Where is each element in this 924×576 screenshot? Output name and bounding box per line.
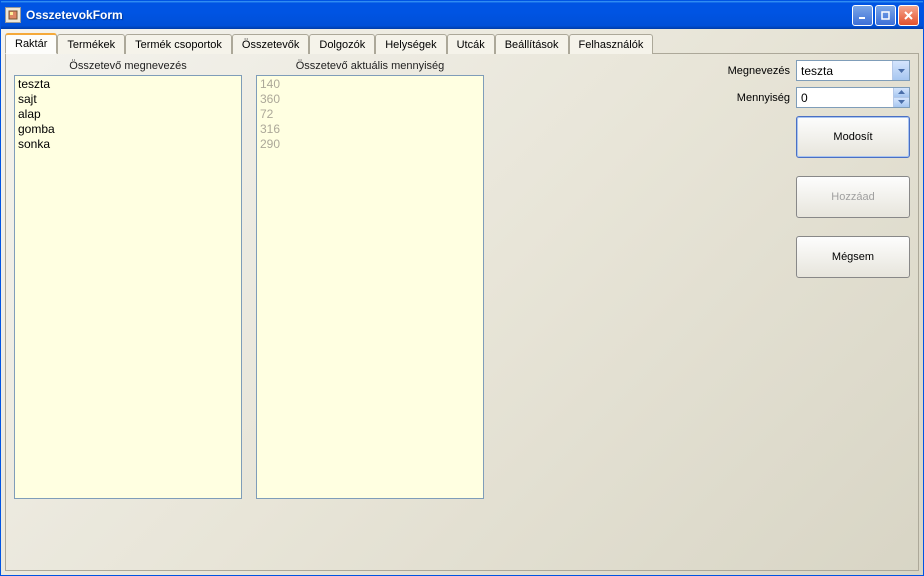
maximize-button[interactable] xyxy=(875,5,896,26)
window-controls xyxy=(852,5,919,26)
chevron-down-icon[interactable] xyxy=(892,61,909,80)
spin-up-icon[interactable] xyxy=(893,88,909,98)
qty-label: Mennyiség xyxy=(737,92,790,104)
list-item[interactable]: sajt xyxy=(17,92,239,107)
button-stack: Modosít Hozzáad Mégsem xyxy=(628,116,910,278)
edit-panel: Megnevezés teszta Mennyiség 0 xyxy=(498,60,910,562)
tab-felhaszn-l-k[interactable]: Felhasználók xyxy=(569,34,654,54)
window: OsszetevokForm RaktárTermékekTermék csop… xyxy=(0,0,924,576)
list-item[interactable]: 360 xyxy=(259,92,481,107)
qty-numeric[interactable]: 0 xyxy=(796,87,910,108)
client-area: RaktárTermékekTermék csoportokÖsszetevők… xyxy=(1,29,923,575)
qty-column: Összetevő aktuális mennyiség 14036072316… xyxy=(256,60,484,562)
titlebar: OsszetevokForm xyxy=(1,1,923,29)
list-item[interactable]: sonka xyxy=(17,137,239,152)
ingredient-qty-list[interactable]: 14036072316290 xyxy=(256,75,484,499)
name-combobox[interactable]: teszta xyxy=(796,60,910,81)
qty-spinner xyxy=(893,88,909,107)
cancel-button[interactable]: Mégsem xyxy=(796,236,910,278)
close-button[interactable] xyxy=(898,5,919,26)
tab-dolgoz-k[interactable]: Dolgozók xyxy=(309,34,375,54)
modify-button[interactable]: Modosít xyxy=(796,116,910,158)
list-item[interactable]: teszta xyxy=(17,77,239,92)
name-combobox-value: teszta xyxy=(797,64,892,78)
minimize-button[interactable] xyxy=(852,5,873,26)
qty-row: Mennyiség 0 xyxy=(628,87,910,108)
tabstrip: RaktárTermékekTermék csoportokÖsszetevők… xyxy=(5,33,919,53)
name-column-header: Összetevő megnevezés xyxy=(14,60,242,72)
name-column: Összetevő megnevezés tesztasajtalapgomba… xyxy=(14,60,242,562)
tab--sszetev-k[interactable]: Összetevők xyxy=(232,34,309,54)
window-title: OsszetevokForm xyxy=(26,8,852,22)
qty-column-header: Összetevő aktuális mennyiség xyxy=(256,60,484,72)
list-item[interactable]: 316 xyxy=(259,122,481,137)
list-item[interactable]: alap xyxy=(17,107,239,122)
tab-panel-raktar: Összetevő megnevezés tesztasajtalapgomba… xyxy=(5,53,919,571)
spin-down-icon[interactable] xyxy=(893,98,909,108)
list-item[interactable]: gomba xyxy=(17,122,239,137)
list-item[interactable]: 290 xyxy=(259,137,481,152)
name-row: Megnevezés teszta xyxy=(628,60,910,81)
tab-rakt-r[interactable]: Raktár xyxy=(5,33,57,54)
name-label: Megnevezés xyxy=(728,65,790,77)
ingredient-name-list[interactable]: tesztasajtalapgombasonka xyxy=(14,75,242,499)
add-button[interactable]: Hozzáad xyxy=(796,176,910,218)
tab-term-k-csoportok[interactable]: Termék csoportok xyxy=(125,34,232,54)
tab-utc-k[interactable]: Utcák xyxy=(447,34,495,54)
app-icon xyxy=(5,7,21,23)
list-item[interactable]: 72 xyxy=(259,107,481,122)
tab-be-ll-t-sok[interactable]: Beállítások xyxy=(495,34,569,54)
qty-numeric-value: 0 xyxy=(797,91,893,105)
tab-helys-gek[interactable]: Helységek xyxy=(375,34,446,54)
tab-term-kek[interactable]: Termékek xyxy=(57,34,125,54)
list-item[interactable]: 140 xyxy=(259,77,481,92)
